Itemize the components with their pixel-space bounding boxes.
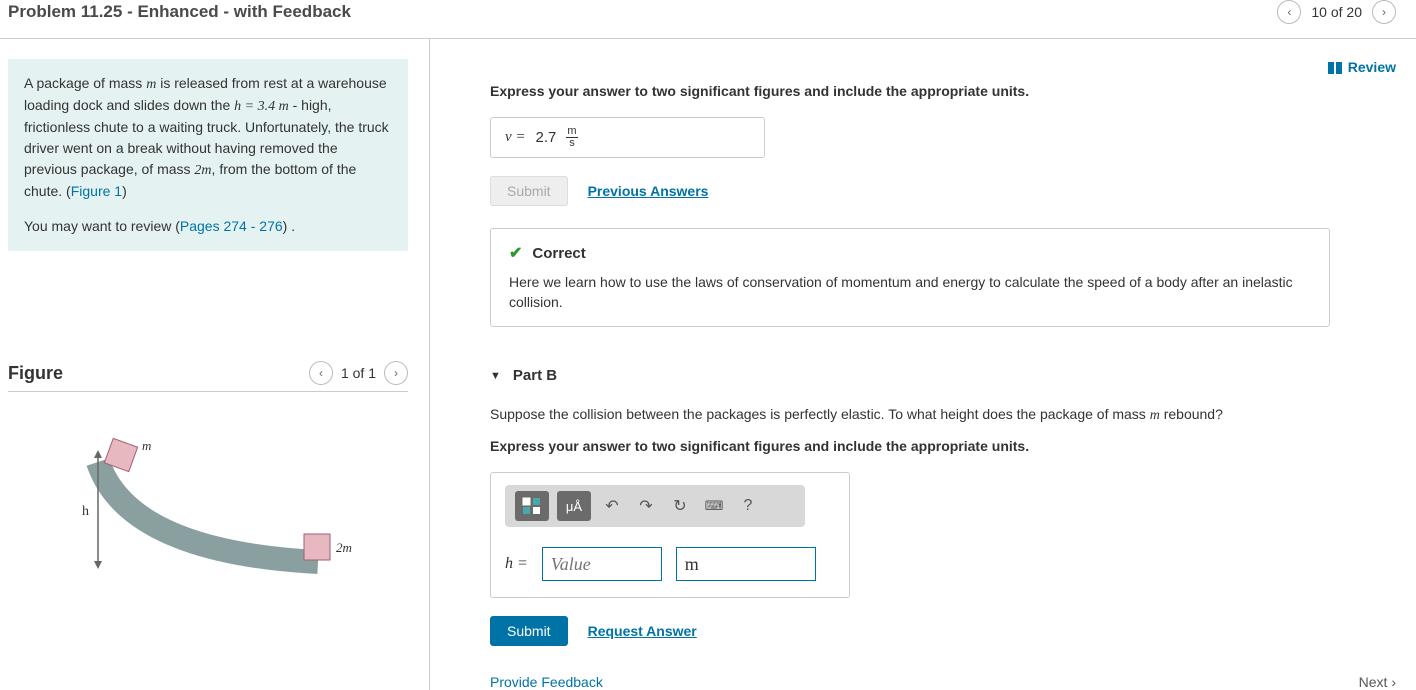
text: A package of mass <box>24 75 146 91</box>
figure-heading: Figure <box>8 363 63 384</box>
parta-var-label: v = <box>505 129 526 146</box>
parta-value: 2.7 <box>536 129 557 146</box>
book-icon <box>1328 61 1342 73</box>
unit-input[interactable] <box>676 547 816 581</box>
reset-icon[interactable]: ↻ <box>667 493 693 519</box>
var-m: m <box>146 77 156 92</box>
figure-pager: 1 of 1 <box>341 365 376 381</box>
unit-denominator: s <box>569 138 575 149</box>
parta-units: m s <box>566 126 577 149</box>
partb-var-label: h = <box>505 555 528 573</box>
feedback-body: Here we learn how to use the laws of con… <box>509 273 1311 312</box>
var-2m: 2m <box>194 163 211 178</box>
text: rebound? <box>1160 406 1223 422</box>
parta-submit-button: Submit <box>490 176 568 206</box>
feedback-box: ✔ Correct Here we learn how to use the l… <box>490 228 1330 327</box>
partb-submit-button[interactable]: Submit <box>490 616 568 646</box>
units-tool-button[interactable]: μÅ <box>557 491 591 521</box>
feedback-title: Correct <box>532 245 585 262</box>
problem-statement: A package of mass m is released from res… <box>8 59 408 251</box>
parta-answer-box: v = 2.7 m s <box>490 117 765 158</box>
equation-toolbar: μÅ ↶ ↷ ↻ ⌨ ? <box>505 485 805 527</box>
figure-label-2m: 2m <box>336 540 352 556</box>
partb-input-panel: μÅ ↶ ↷ ↻ ⌨ ? h = <box>490 472 850 598</box>
figure-diagram: m h 2m <box>8 422 408 622</box>
partb-instruction: Express your answer to two significant f… <box>490 438 1396 454</box>
figure-prev-button[interactable]: ‹ <box>309 361 333 385</box>
review-link[interactable]: Review <box>1328 59 1396 75</box>
problem-title: Problem 11.25 - Enhanced - with Feedback <box>8 2 351 22</box>
request-answer-link[interactable]: Request Answer <box>588 623 697 639</box>
help-icon[interactable]: ? <box>735 493 761 519</box>
check-icon: ✔ <box>509 243 522 263</box>
text: ) . <box>283 218 295 234</box>
provide-feedback-link[interactable]: Provide Feedback <box>490 674 1396 690</box>
partb-question: Suppose the collision between the packag… <box>490 406 1396 424</box>
prev-problem-button[interactable]: ‹ <box>1277 0 1301 24</box>
next-button[interactable]: Next › <box>1359 674 1396 690</box>
partb-header[interactable]: ▼ Part B <box>490 367 1396 384</box>
caret-down-icon: ▼ <box>490 370 501 382</box>
value-input[interactable] <box>542 547 662 581</box>
var-m: m <box>1150 408 1160 423</box>
next-problem-button[interactable]: › <box>1372 0 1396 24</box>
text: Suppose the collision between the packag… <box>490 406 1150 422</box>
previous-answers-link[interactable]: Previous Answers <box>588 183 709 199</box>
problem-pager: 10 of 20 <box>1311 4 1362 20</box>
keyboard-icon[interactable]: ⌨ <box>701 493 727 519</box>
parta-instruction: Express your answer to two significant f… <box>490 83 1396 99</box>
redo-icon[interactable]: ↷ <box>633 493 659 519</box>
text: ) <box>122 183 127 199</box>
text: You may want to review ( <box>24 218 180 234</box>
partb-title: Part B <box>513 367 557 384</box>
template-tool-button[interactable] <box>515 491 549 521</box>
figure-label-h: h <box>82 504 89 520</box>
figure-label-m: m <box>142 438 151 454</box>
pages-link[interactable]: Pages 274 - 276 <box>180 218 283 234</box>
var-h: h = 3.4 m <box>234 99 289 114</box>
review-label: Review <box>1348 59 1396 75</box>
figure-next-button[interactable]: › <box>384 361 408 385</box>
undo-icon[interactable]: ↶ <box>599 493 625 519</box>
figure-link[interactable]: Figure 1 <box>71 183 122 199</box>
